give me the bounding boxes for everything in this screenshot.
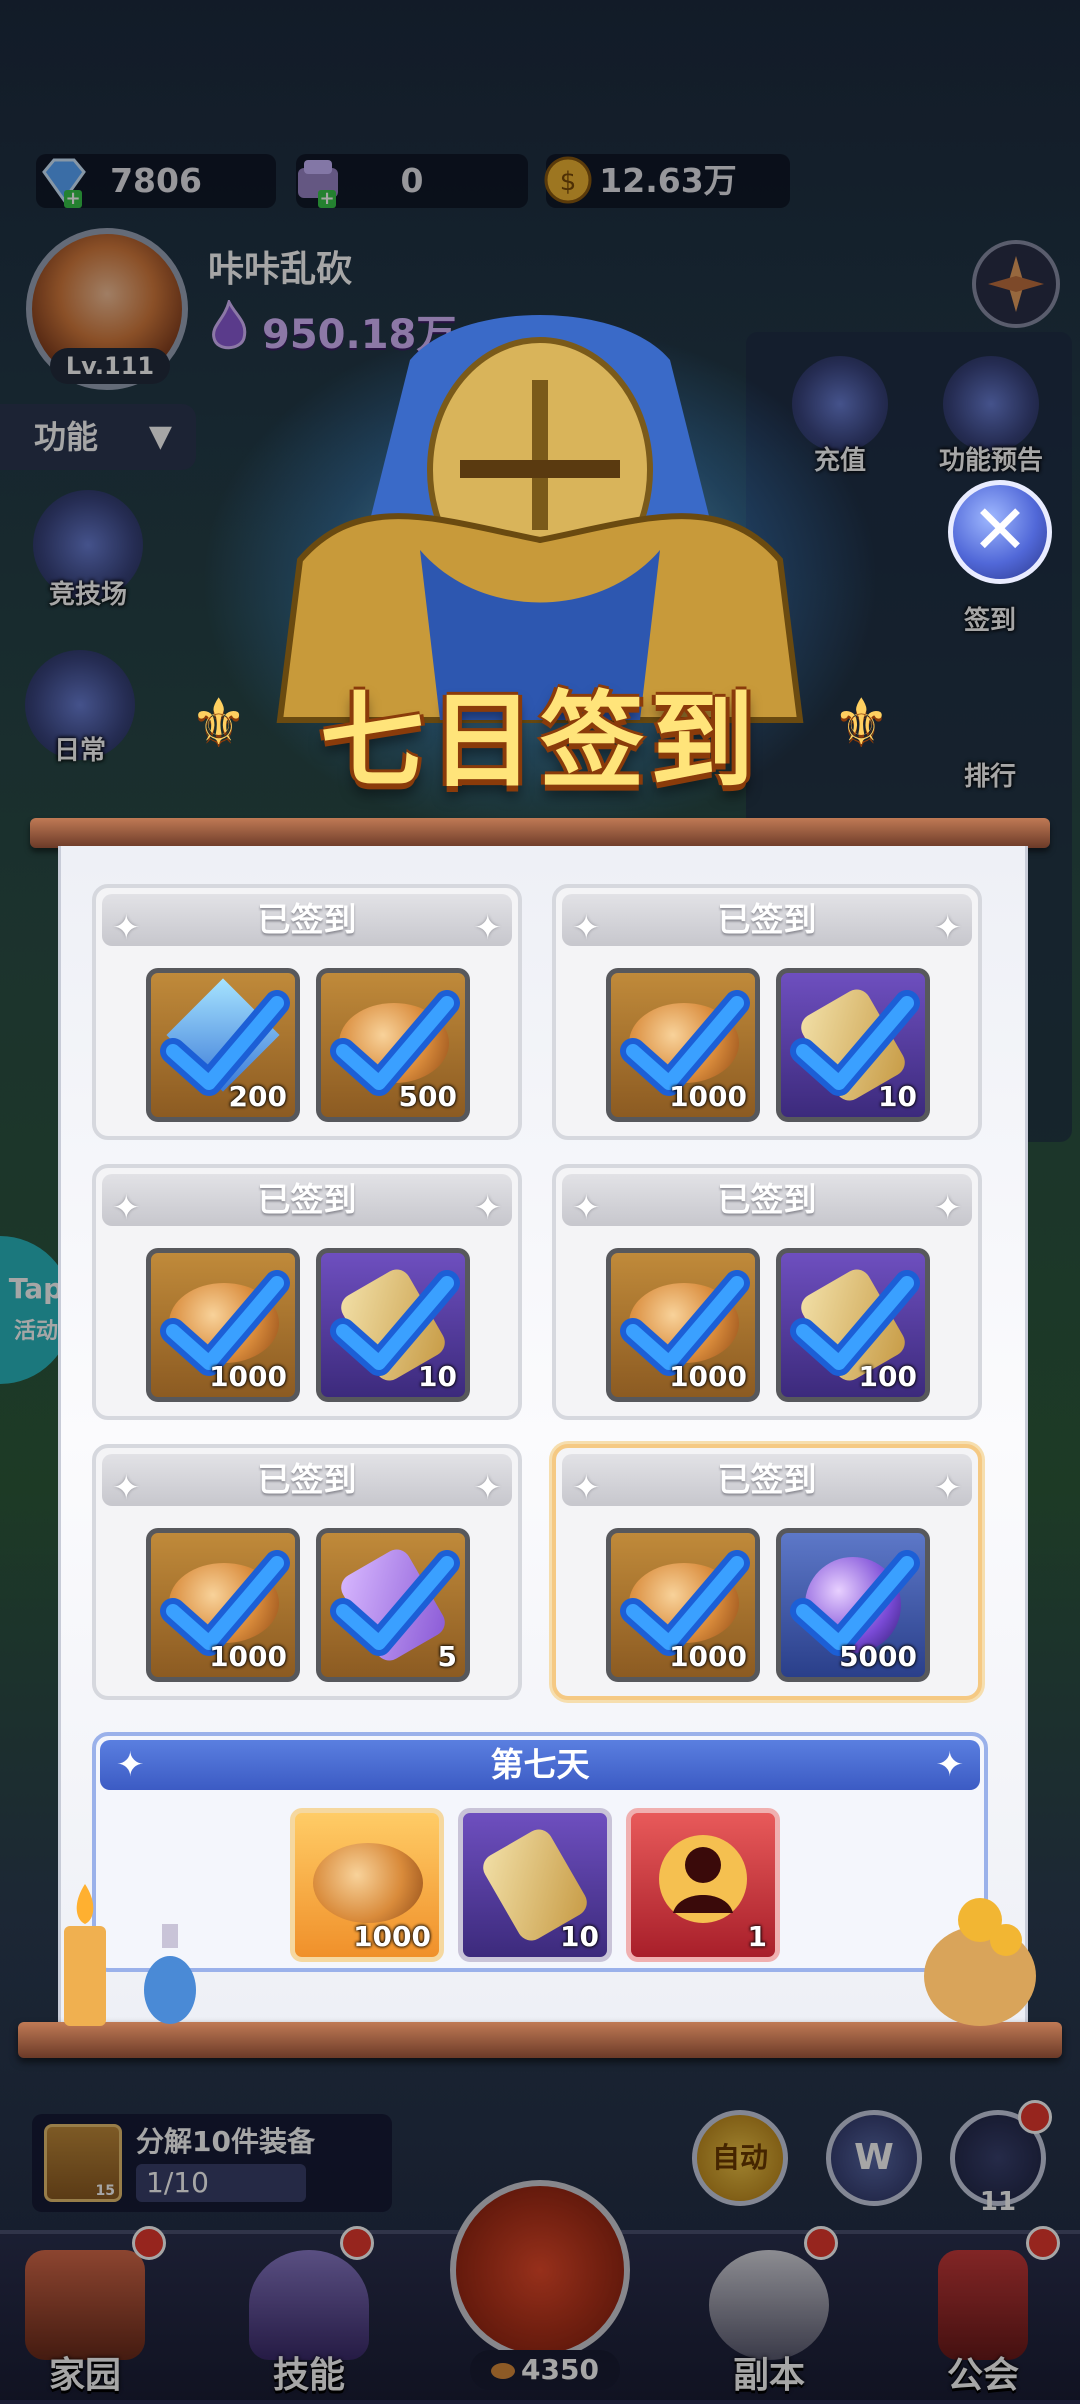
reward-qty: 1000	[353, 1920, 431, 1953]
day-status: 已签到	[257, 1460, 357, 1499]
reward-item-scroll[interactable]: 10	[458, 1808, 612, 1962]
potion-icon	[140, 1920, 200, 2030]
reward-item-hero-shard[interactable]: 1	[626, 1808, 780, 1962]
sparkle-icon: ✦	[473, 908, 503, 948]
fleur-icon: ⚜	[190, 686, 248, 760]
reward-qty: 5000	[839, 1640, 917, 1673]
reward-qty: 10	[560, 1920, 599, 1953]
reward-item-bread[interactable]: 1000	[606, 1528, 760, 1682]
day-card-header: ✦ 已签到 ✦	[562, 894, 972, 948]
close-button[interactable]: ✕	[948, 480, 1052, 584]
reward-qty: 1	[747, 1920, 767, 1953]
reward-item-bread[interactable]: 500	[316, 968, 470, 1122]
sparkle-icon: ✦	[112, 1188, 141, 1228]
close-icon: ✕	[971, 491, 1029, 570]
coin-bag-icon	[910, 1880, 1050, 2030]
day-card-header: ✦ 已签到 ✦	[562, 1454, 972, 1508]
reward-qty: 1000	[669, 1360, 747, 1393]
day-card-5[interactable]: ✦ 已签到 ✦ 1000 5	[92, 1444, 522, 1700]
popup-title: 七日签到	[319, 679, 760, 802]
reward-qty: 100	[858, 1360, 917, 1393]
sparkle-icon: ✦	[473, 1468, 503, 1508]
popup-title-banner: ⚜ 七日签到 ⚜	[180, 656, 900, 802]
fleur-icon: ⚜	[832, 686, 890, 760]
reward-qty: 1000	[209, 1360, 287, 1393]
reward-qty: 10	[878, 1080, 917, 1113]
sparkle-icon: ✦	[572, 1468, 601, 1508]
reward-item-key[interactable]: 5	[316, 1528, 470, 1682]
reward-qty: 1000	[209, 1640, 287, 1673]
day-card-4[interactable]: ✦ 已签到 ✦ 1000 100	[552, 1164, 982, 1420]
day-status: 已签到	[257, 900, 357, 939]
day-card-2[interactable]: ✦ 已签到 ✦ 1000 10	[552, 884, 982, 1140]
sparkle-icon: ✦	[572, 908, 601, 948]
sparkle-icon: ✦	[933, 908, 963, 948]
bread-icon	[313, 1843, 423, 1923]
day-status: 已签到	[717, 1180, 817, 1219]
reward-item-scroll[interactable]: 100	[776, 1248, 930, 1402]
day-card-header: ✦ 已签到 ✦	[102, 1174, 512, 1228]
reward-qty: 500	[398, 1080, 457, 1113]
reward-qty: 10	[418, 1360, 457, 1393]
sparkle-icon: ✦	[112, 908, 141, 948]
sparkle-icon: ✦	[473, 1188, 503, 1228]
day-status: 已签到	[257, 1180, 357, 1219]
day-card-header: ✦ 已签到 ✦	[102, 1454, 512, 1508]
reward-item-bread[interactable]: 1000	[290, 1808, 444, 1962]
sparkle-icon: ✦	[933, 1468, 963, 1508]
day-status: 已签到	[717, 1460, 817, 1499]
reward-item-bread[interactable]: 1000	[606, 1248, 760, 1402]
sparkle-icon: ✦	[572, 1188, 601, 1228]
day-card-6[interactable]: ✦ 已签到 ✦ 1000 5000	[552, 1444, 982, 1700]
reward-item-scroll[interactable]: 10	[776, 968, 930, 1122]
reward-qty: 1000	[669, 1640, 747, 1673]
sparkle-icon: ✦	[933, 1188, 963, 1228]
day-status: 已签到	[717, 900, 817, 939]
reward-item-bread[interactable]: 1000	[146, 1248, 300, 1402]
scroll-rod-top	[30, 818, 1050, 848]
reward-qty: 1000	[669, 1080, 747, 1113]
sparkle-icon: ✦	[116, 1745, 145, 1785]
reward-item-bread[interactable]: 1000	[146, 1528, 300, 1682]
day7-header: ✦ 第七天 ✦	[100, 1740, 980, 1790]
reward-qty: 200	[228, 1080, 287, 1113]
day-card-1[interactable]: ✦ 已签到 ✦ 200 500	[92, 884, 522, 1140]
reward-item-bread[interactable]: 1000	[606, 968, 760, 1122]
day-card-header: ✦ 已签到 ✦	[102, 894, 512, 948]
day7-card[interactable]: ✦ 第七天 ✦ 1000 10 1	[92, 1732, 988, 1972]
candle-icon	[50, 1880, 120, 2030]
day7-title: 第七天	[490, 1745, 590, 1784]
sparkle-icon: ✦	[112, 1468, 141, 1508]
reward-item-scroll[interactable]: 10	[316, 1248, 470, 1402]
day-card-3[interactable]: ✦ 已签到 ✦ 1000 10	[92, 1164, 522, 1420]
day-card-header: ✦ 已签到 ✦	[562, 1174, 972, 1228]
reward-qty: 5	[437, 1640, 457, 1673]
reward-item-gem[interactable]: 200	[146, 968, 300, 1122]
reward-item-orb[interactable]: 5000	[776, 1528, 930, 1682]
sparkle-icon: ✦	[935, 1745, 965, 1785]
